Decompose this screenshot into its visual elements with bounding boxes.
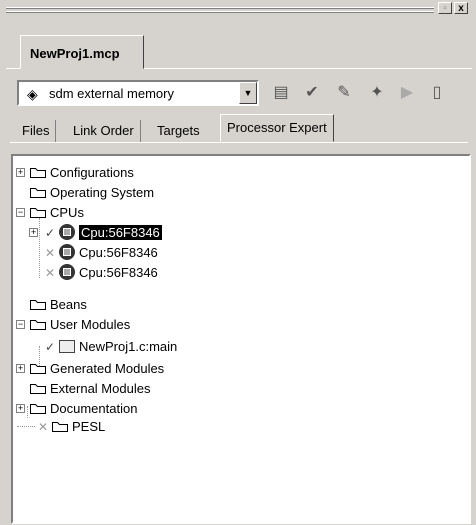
- tree-item-configurations[interactable]: + Configurations: [16, 163, 134, 183]
- tree-item-cpus[interactable]: − CPUs: [16, 203, 84, 223]
- tree-item-label: Generated Modules: [50, 361, 165, 376]
- module-icon: [59, 340, 75, 353]
- debug-icon[interactable]: ✦: [366, 82, 388, 104]
- folder-icon: [30, 207, 46, 218]
- folder-icon: [30, 383, 46, 394]
- tree-item-cpu-1[interactable]: + ✓ Cpu:56F8346: [29, 223, 162, 243]
- expand-icon[interactable]: +: [16, 168, 25, 177]
- folder-icon: [30, 299, 46, 310]
- maximize-button[interactable]: ▫: [438, 2, 452, 14]
- target-select-value: sdm external memory: [49, 86, 174, 101]
- expand-icon[interactable]: +: [16, 364, 25, 373]
- tree-item-label: CPUs: [50, 205, 84, 220]
- tree-item-label: Configurations: [50, 165, 134, 180]
- project-tree: + Configurations Operating System − CPUs…: [11, 154, 471, 524]
- tree-item-cpu-2[interactable]: ✕ Cpu:56F8346: [29, 243, 158, 263]
- folder-icon: [30, 167, 46, 178]
- tree-item-label: Documentation: [50, 401, 138, 416]
- expand-icon[interactable]: +: [29, 228, 38, 237]
- target-select[interactable]: ◈ sdm external memory ▼: [17, 80, 259, 106]
- chevron-down-icon[interactable]: ▼: [239, 82, 257, 104]
- tree-item-user-modules[interactable]: − User Modules: [16, 315, 130, 335]
- cpu-icon: [59, 244, 75, 260]
- checkmark-icon[interactable]: ✔: [301, 82, 323, 104]
- tab-processor-expert[interactable]: Processor Expert: [220, 114, 334, 142]
- tab-files[interactable]: Files: [16, 120, 57, 142]
- tree-item-newproj1-main[interactable]: ✓ NewProj1.c:main: [29, 337, 177, 357]
- tree-item-beans[interactable]: Beans: [16, 295, 87, 315]
- window-grip[interactable]: [6, 4, 434, 18]
- tree-item-pesl[interactable]: ✕ PESL: [16, 417, 105, 437]
- checkmark-icon: ✓: [45, 340, 56, 354]
- collapse-icon[interactable]: −: [16, 208, 25, 217]
- tree-item-documentation[interactable]: + Documentation: [16, 399, 137, 419]
- target-icon: ◈: [27, 86, 38, 102]
- tree-item-cpu-3[interactable]: ✕ Cpu:56F8346: [29, 263, 158, 283]
- cpu-icon: [59, 264, 75, 280]
- close-button[interactable]: x: [454, 2, 468, 14]
- tree-item-label: External Modules: [50, 381, 151, 396]
- tree-item-label: Cpu:56F8346: [79, 225, 162, 240]
- tree-item-label: PESL: [72, 419, 106, 434]
- make-icon[interactable]: ✎: [333, 82, 355, 104]
- document-tab[interactable]: NewProj1.mcp: [20, 35, 144, 69]
- tree-item-label: NewProj1.c:main: [79, 339, 178, 354]
- tree-item-operating-system[interactable]: Operating System: [16, 183, 154, 203]
- tab-targets[interactable]: Targets: [151, 120, 206, 142]
- tree-item-label: Operating System: [50, 185, 155, 200]
- tree-item-label: Cpu:56F8346: [79, 265, 158, 280]
- tree-item-generated-modules[interactable]: + Generated Modules: [16, 359, 164, 379]
- tree-item-external-modules[interactable]: External Modules: [16, 379, 150, 399]
- project-window: ▫ x NewProj1.mcp ◈ sdm external memory ▼…: [0, 0, 476, 525]
- folder-icon: [30, 403, 46, 414]
- disabled-x-icon: ✕: [45, 246, 56, 260]
- tab-link-order[interactable]: Link Order: [67, 120, 141, 142]
- folder-icon: [52, 421, 68, 432]
- settings-icon[interactable]: ▤: [270, 82, 292, 104]
- project-inspector-icon[interactable]: ▯: [426, 82, 448, 104]
- checkmark-icon: ✓: [45, 226, 56, 240]
- tab-baseline: [10, 142, 468, 143]
- folder-icon: [30, 187, 46, 198]
- folder-icon: [30, 363, 46, 374]
- run-icon[interactable]: ▶: [396, 82, 418, 104]
- tree-item-label: Beans: [50, 297, 87, 312]
- disabled-x-icon: ✕: [38, 420, 49, 434]
- collapse-icon[interactable]: −: [16, 320, 25, 329]
- expand-icon[interactable]: +: [16, 404, 25, 413]
- tree-item-label: Cpu:56F8346: [79, 245, 158, 260]
- cpu-icon: [59, 224, 75, 240]
- folder-icon: [30, 319, 46, 330]
- tree-item-label: User Modules: [50, 317, 131, 332]
- disabled-x-icon: ✕: [45, 266, 56, 280]
